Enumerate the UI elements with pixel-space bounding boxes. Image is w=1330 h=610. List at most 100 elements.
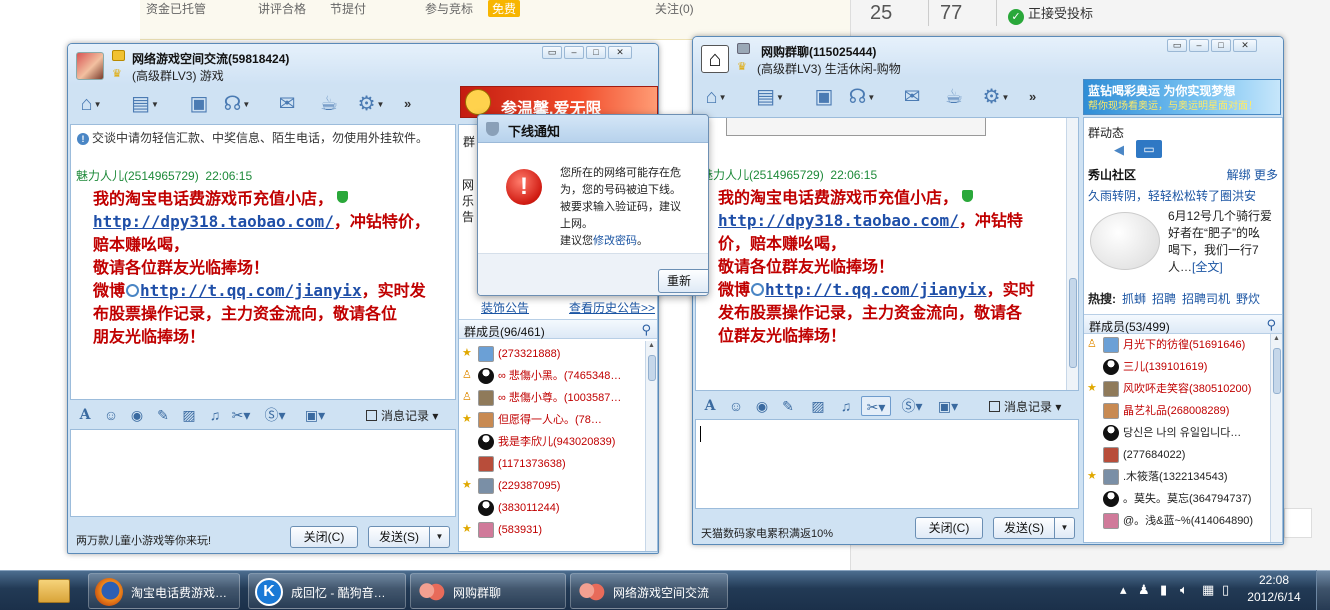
hot-search-item[interactable]: 招聘司机: [1182, 292, 1230, 306]
message-input[interactable]: [70, 429, 456, 517]
member-row[interactable]: ♙ ∞ 悲傷小黑。(7465348…: [459, 365, 645, 387]
member-row[interactable]: @。浅&蓝~%(414064890): [1084, 510, 1270, 532]
member-row[interactable]: ★ (273321888): [459, 343, 645, 365]
post-title[interactable]: 久雨转阴，轻轻松松转了圈洪安: [1088, 187, 1256, 204]
minimize-button[interactable]: –: [1189, 39, 1209, 52]
ad-link-text[interactable]: 天猫数码家电累积满返10%: [701, 525, 833, 541]
taskbar-item-game-group[interactable]: 网络游戏空间交流: [570, 573, 728, 609]
show-desktop-button[interactable]: [1316, 570, 1330, 610]
side-widget[interactable]: [1284, 508, 1312, 538]
member-avatar-icon[interactable]: [1103, 381, 1119, 397]
member-scrollbar[interactable]: ▲: [645, 341, 657, 551]
network-icon[interactable]: ▦: [1202, 582, 1214, 598]
minimize-button[interactable]: –: [564, 46, 584, 59]
member-avatar-icon[interactable]: [1103, 337, 1119, 353]
mail-icon[interactable]: [112, 50, 125, 61]
send-options-dropdown[interactable]: ▼: [430, 526, 450, 548]
taskbar-item-shopping-group[interactable]: 网购群聊: [410, 573, 566, 609]
decorate-notice-link[interactable]: 装饰公告: [481, 301, 529, 315]
image-preview[interactable]: [726, 118, 986, 136]
scroll-thumb[interactable]: [1273, 348, 1281, 394]
member-avatar-icon[interactable]: [1103, 403, 1119, 419]
close-button[interactable]: 关闭(C): [915, 517, 983, 539]
member-avatar-icon[interactable]: [1103, 359, 1119, 375]
follow-link[interactable]: 关注(0): [655, 0, 694, 17]
community-name[interactable]: 秀山社区: [1088, 168, 1136, 182]
scroll-up-icon[interactable]: ▲: [1271, 335, 1282, 342]
maximize-button[interactable]: □: [586, 46, 606, 59]
mail-icon[interactable]: [737, 43, 750, 54]
close-button[interactable]: 关闭(C): [290, 526, 358, 548]
member-row[interactable]: 三儿(139101619): [1084, 356, 1270, 378]
member-row[interactable]: ★ (583931): [459, 519, 645, 541]
group-app-icon[interactable]: ☕: [939, 84, 969, 110]
battery-icon[interactable]: ▯: [1222, 582, 1229, 598]
weibo-link[interactable]: http://t.qq.com/jianyix: [765, 280, 987, 299]
member-row[interactable]: ★ 风吹吥走笑容(380510200): [1084, 378, 1270, 400]
send-button[interactable]: 发送(S): [993, 517, 1055, 539]
image-icon[interactable]: ▨: [807, 396, 829, 416]
skin-button[interactable]: ▭: [1167, 39, 1187, 52]
explorer-pinned[interactable]: [24, 573, 84, 609]
doodle-icon[interactable]: ✎: [777, 396, 799, 416]
message-log-button[interactable]: 消息记录 ▾: [989, 398, 1061, 415]
member-avatar-icon[interactable]: [1103, 491, 1119, 507]
message-settings-icon[interactable]: ▣▾: [937, 396, 959, 416]
topbar-item[interactable]: 参与竞标: [425, 0, 473, 17]
change-password-link[interactable]: 修改密码: [593, 235, 637, 247]
hot-search-item[interactable]: 抓蛳: [1122, 292, 1146, 306]
more-tools-icon[interactable]: »: [404, 96, 411, 111]
group-avatar[interactable]: [76, 52, 104, 80]
group-home-icon[interactable]: ⌂▼: [76, 91, 106, 117]
close-window-button[interactable]: ✕: [1233, 39, 1257, 52]
member-avatar-icon[interactable]: [478, 500, 494, 516]
member-row[interactable]: ♙ ∞ 悲傷小尊。(1003587…: [459, 387, 645, 409]
relogin-button[interactable]: 重新: [658, 269, 708, 293]
taskbar-item-kugou[interactable]: K 成回忆 - 酷狗音…: [248, 573, 406, 609]
message-settings-icon[interactable]: ▣▾: [304, 405, 326, 425]
community-tab-icon[interactable]: ▭: [1136, 140, 1162, 158]
usb-icon[interactable]: ▮: [1160, 582, 1167, 598]
more-tools-icon[interactable]: »: [1029, 89, 1036, 104]
message-input[interactable]: [695, 419, 1079, 509]
post-thumbnail[interactable]: [1090, 212, 1160, 270]
font-icon[interactable]: A: [699, 396, 721, 416]
group-album-icon[interactable]: ▣: [809, 84, 839, 110]
member-avatar-icon[interactable]: [1103, 447, 1119, 463]
member-avatar-icon[interactable]: [1103, 425, 1119, 441]
send-options-dropdown[interactable]: ▼: [1055, 517, 1075, 539]
magic-emoji-icon[interactable]: ◉: [126, 405, 148, 425]
message-sender[interactable]: 魅力人儿(2514965729): [76, 169, 199, 183]
image-icon[interactable]: ▨: [178, 405, 200, 425]
member-row[interactable]: 당신은 나의 유일입니다…: [1084, 422, 1270, 444]
music-icon[interactable]: ♫: [204, 405, 226, 425]
message-history[interactable]: ! 交谈中请勿轻信汇款、中奖信息、陌生电话，勿使用外挂软件。 魅力人儿(25149…: [70, 124, 456, 400]
member-avatar-icon[interactable]: [478, 522, 494, 538]
member-row[interactable]: 我是李欣儿(943020839): [459, 431, 645, 453]
group-files-icon[interactable]: ▤▼: [755, 84, 785, 110]
weibo-link[interactable]: http://t.qq.com/jianyix: [140, 281, 362, 300]
member-avatar-icon[interactable]: [478, 412, 494, 428]
volume-icon[interactable]: 🔈︎: [1180, 582, 1188, 598]
message-log-button[interactable]: 消息记录 ▾: [366, 407, 438, 424]
shop-link[interactable]: http://dpy318.taobao.com/: [718, 211, 959, 230]
hot-search-item[interactable]: 招聘: [1152, 292, 1176, 306]
group-album-icon[interactable]: ▣: [184, 91, 214, 117]
ad-link-text[interactable]: 两万款儿童小游戏等你来玩!: [76, 532, 211, 548]
shop-link[interactable]: http://dpy318.taobao.com/: [93, 212, 334, 231]
member-row[interactable]: ★ (229387095): [459, 475, 645, 497]
member-row[interactable]: ♙ 月光下的彷徨(51691646): [1084, 334, 1270, 356]
member-row[interactable]: 晶艺礼品(268008289): [1084, 400, 1270, 422]
history-notice-link[interactable]: 查看历史公告>>: [569, 301, 655, 315]
hot-search-item[interactable]: 野炊: [1236, 292, 1260, 306]
member-avatar-icon[interactable]: [478, 456, 494, 472]
member-row[interactable]: (1171373638): [459, 453, 645, 475]
shake-icon[interactable]: Ⓢ▾: [264, 405, 286, 425]
send-button[interactable]: 发送(S): [368, 526, 430, 548]
settings-gear-icon[interactable]: ⚙▼: [356, 91, 386, 117]
member-scrollbar[interactable]: ▲: [1270, 334, 1282, 542]
member-avatar-icon[interactable]: [478, 434, 494, 450]
more-link[interactable]: 更多: [1254, 168, 1278, 182]
member-avatar-icon[interactable]: [1103, 469, 1119, 485]
doodle-icon[interactable]: ✎: [152, 405, 174, 425]
